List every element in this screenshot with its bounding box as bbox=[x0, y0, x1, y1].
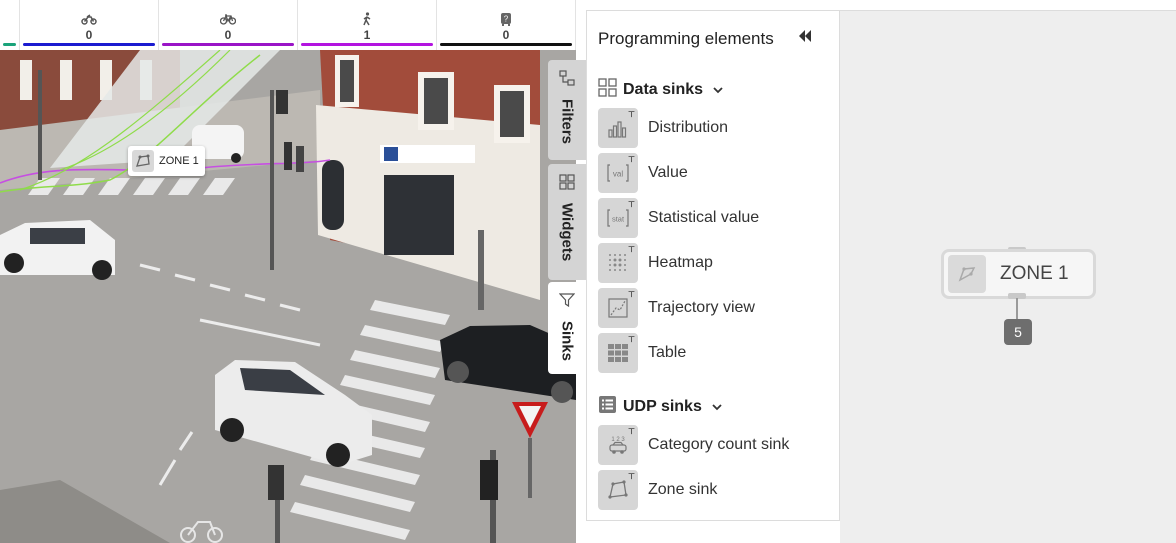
tab-sinks-label: Sinks bbox=[558, 321, 576, 362]
zone-node-label: ZONE 1 bbox=[1000, 263, 1069, 284]
counter-color-line bbox=[162, 43, 294, 46]
tab-widgets[interactable]: Widgets bbox=[548, 164, 586, 280]
sink-item-label: Statistical value bbox=[648, 209, 760, 226]
programming-elements-panel: Programming elements Data sinks ⊤ Distri… bbox=[586, 10, 840, 521]
zone-overlay-label[interactable]: ZONE 1 bbox=[128, 146, 205, 176]
camera-scene: ZONE 1 bbox=[0, 49, 576, 543]
heatmap-icon: ⊤ bbox=[598, 243, 638, 283]
section-data-sinks-header[interactable]: Data sinks bbox=[598, 78, 723, 102]
sink-item-label: Heatmap bbox=[648, 254, 713, 271]
zone-overlay-text: ZONE 1 bbox=[159, 155, 199, 167]
counter-color-line bbox=[301, 43, 433, 46]
output-connector bbox=[1016, 298, 1018, 320]
chevron-down-icon bbox=[712, 398, 722, 416]
camera-view: 0 0 1 ? 0 ZONE 1 bbox=[0, 0, 576, 543]
output-count-badge: 5 bbox=[1004, 319, 1032, 345]
counter-partial bbox=[0, 0, 20, 50]
sink-item-label: Trajectory view bbox=[648, 299, 755, 316]
svg-text:val: val bbox=[613, 170, 623, 179]
sink-item-heatmap[interactable]: ⊤ Heatmap bbox=[598, 243, 828, 283]
tab-filters-label: Filters bbox=[558, 99, 576, 145]
sink-item-distribution[interactable]: ⊤ Distribution bbox=[598, 108, 828, 148]
flow-canvas[interactable]: ZONE 1 5 bbox=[840, 10, 1176, 543]
zone-sink-icon: ⊤ bbox=[598, 470, 638, 510]
sink-item-label: Zone sink bbox=[648, 481, 718, 498]
sink-item-category-count[interactable]: 1 2 3 ⊤ Category count sink bbox=[598, 425, 828, 465]
table-icon: ⊤ bbox=[598, 333, 638, 373]
counter-color-line bbox=[440, 43, 572, 46]
counter-value: 1 bbox=[363, 28, 371, 42]
section-title: Data sinks bbox=[623, 81, 704, 98]
counter-color-line bbox=[23, 43, 155, 46]
double-chevron-left-icon bbox=[798, 29, 812, 47]
counter-motorcycle: 0 bbox=[20, 0, 159, 50]
zone-icon bbox=[132, 150, 154, 172]
sink-item-label: Category count sink bbox=[648, 436, 790, 453]
counter-value: 0 bbox=[224, 28, 232, 42]
funnel-icon bbox=[558, 292, 576, 313]
svg-text:stat: stat bbox=[612, 215, 625, 224]
tab-filters[interactable]: Filters bbox=[548, 60, 586, 160]
unknown-vehicle-icon: ? bbox=[499, 12, 513, 26]
bar-chart-icon: ⊤ bbox=[598, 108, 638, 148]
zone-icon bbox=[948, 255, 986, 293]
tab-sinks[interactable]: Sinks bbox=[548, 282, 586, 374]
trajectory-icon: ⊤ bbox=[598, 288, 638, 328]
class-counter-bar: 0 0 1 ? 0 bbox=[0, 0, 576, 50]
street-scene-image bbox=[0, 49, 576, 543]
sink-item-label: Value bbox=[648, 164, 688, 181]
sink-item-label: Distribution bbox=[648, 119, 729, 136]
chevron-down-icon bbox=[713, 81, 723, 99]
sink-item-zone-sink[interactable]: ⊤ Zone sink bbox=[598, 470, 828, 510]
counter-color-line bbox=[3, 43, 16, 46]
stat-icon: stat ⊤ bbox=[598, 198, 638, 238]
pedestrian-icon bbox=[361, 12, 373, 26]
section-title: UDP sinks bbox=[623, 398, 702, 415]
counter-value: 0 bbox=[85, 28, 93, 42]
grid-icon bbox=[598, 78, 617, 102]
panel-title: Programming elements bbox=[598, 29, 774, 48]
counter-unknown: ? 0 bbox=[437, 0, 576, 50]
list-icon bbox=[598, 395, 617, 419]
tab-widgets-label: Widgets bbox=[558, 203, 576, 262]
counter-pedestrian: 1 bbox=[298, 0, 437, 50]
svg-text:?: ? bbox=[504, 15, 509, 24]
category-count-icon: 1 2 3 ⊤ bbox=[598, 425, 638, 465]
sink-item-table[interactable]: ⊤ Table bbox=[598, 333, 828, 373]
bicycle-icon bbox=[220, 12, 236, 26]
zone-node[interactable]: ZONE 1 bbox=[941, 249, 1096, 299]
motorcycle-icon bbox=[81, 12, 97, 26]
filters-icon bbox=[559, 70, 575, 91]
counter-bicycle: 0 bbox=[159, 0, 298, 50]
sink-item-value[interactable]: val ⊤ Value bbox=[598, 153, 828, 193]
value-icon: val ⊤ bbox=[598, 153, 638, 193]
collapse-panel-button[interactable] bbox=[795, 28, 815, 48]
counter-value: 0 bbox=[502, 28, 510, 42]
sink-item-label: Table bbox=[648, 344, 687, 361]
sink-item-trajectory-view[interactable]: ⊤ Trajectory view bbox=[598, 288, 828, 328]
section-udp-sinks-header[interactable]: UDP sinks bbox=[598, 395, 722, 419]
widgets-icon bbox=[559, 174, 575, 195]
sink-item-statistical-value[interactable]: stat ⊤ Statistical value bbox=[598, 198, 828, 238]
